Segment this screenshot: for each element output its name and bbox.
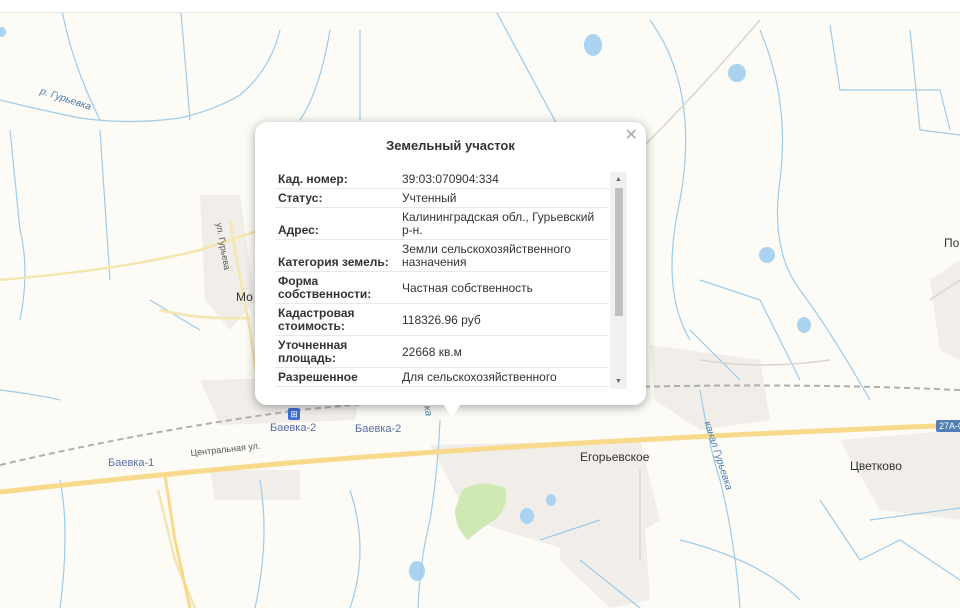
side-road [163,474,192,608]
popup-scrollbar[interactable]: ▲ ▼ [610,172,627,389]
row-label: Разрешенное [278,370,358,384]
table-row: Категория земель: Земли сельскохозяйстве… [275,240,609,272]
scroll-up-arrow-icon[interactable]: ▲ [610,172,627,187]
row-value: Для сельскохозяйственного [402,370,557,384]
attribute-table: Кад. номер: 39:03:070904:334 Статус: Учт… [275,170,609,387]
top-toolbar [0,0,960,13]
town-label-tsvetkovo: Цветково [850,459,902,473]
row-value: Калининградская обл., Гурьевский р-н. [402,210,595,237]
row-value: Земли сельскохозяйственного назначения [402,242,571,269]
popup-pointer [443,404,461,417]
scroll-thumb[interactable] [615,188,623,316]
popup-title: Земельный участок [386,138,515,153]
town-label-egorievskoe: Егорьевское [580,450,650,464]
town-label-mo: Мо [236,290,253,304]
popup-body[interactable]: Кад. номер: 39:03:070904:334 Статус: Учт… [275,170,627,391]
table-row: Адрес: Калининградская обл., Гурьевский … [275,208,609,240]
row-value: 22668 кв.м [402,344,462,359]
row-value: 118326.96 руб [402,312,481,327]
row-label: Статус: [278,191,323,205]
row-label: Кадастровая стоимость: [278,306,355,333]
row-value: Учтенный [402,191,457,205]
table-row: Уточненная площадь: 22668 кв.м [275,336,609,368]
table-row: Кад. номер: 39:03:070904:334 [275,170,609,189]
park-area [455,483,507,540]
table-row: Разрешенное Для сельскохозяйственного [275,368,609,387]
scroll-down-arrow-icon[interactable]: ▼ [610,374,627,389]
station-label-baevka-2-b: Баевка-2 [355,423,402,435]
parcel-info-popup: ✕ Земельный участок Кад. номер: 39:03:07… [255,122,646,405]
row-label: Адрес: [278,223,319,237]
table-row: Форма собственности: Частная собственнос… [275,272,609,304]
road-label-fragment: ка [421,405,434,418]
row-label: Кад. номер: [278,172,348,186]
train-station-icon[interactable]: ⊞ [288,408,300,420]
road-number-badge: 27А-0 [936,420,960,432]
station-label-baevka-1: Баевка-1 [108,457,155,469]
town-label-pol: По [944,236,960,250]
row-label: Уточненная площадь: [278,338,348,365]
station-label-baevka-2-a[interactable]: Баевка-2 [270,422,316,434]
row-value: Частная собственность [402,280,533,295]
row-label: Форма собственности: [278,274,372,301]
row-value: 39:03:070904:334 [402,172,499,186]
row-label: Категория земель: [278,255,389,269]
table-row: Кадастровая стоимость: 118326.96 руб [275,304,609,336]
table-row: Статус: Учтенный [275,189,609,208]
